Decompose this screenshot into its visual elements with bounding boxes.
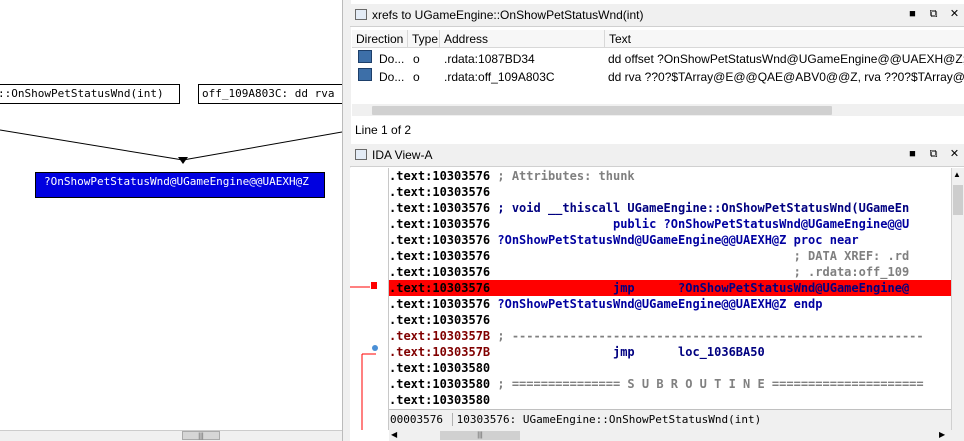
code-address: .text:1030357B [389, 345, 491, 359]
xrefs-title: xrefs to UGameEngine::OnShowPetStatusWnd… [372, 8, 644, 22]
table-row[interactable]: Do... o .rdata:1087BD34 dd offset ?OnSho… [352, 50, 964, 68]
graph-node-caller[interactable]: ::OnShowPetStatusWnd(int) [0, 84, 180, 104]
graph-scroll-thumb[interactable]: ||| [182, 431, 220, 440]
ida-scroll-grip: ||| [477, 432, 483, 439]
close-icon[interactable]: ✕ [948, 8, 961, 21]
code-text: ?OnShowPetStatusWnd@UGameEngine@@UAEXH@Z… [490, 233, 859, 247]
code-address: .text:10303576 [389, 281, 491, 295]
graph-edges [0, 129, 342, 164]
graph-view[interactable]: ::OnShowPetStatusWnd(int) off_109A803C: … [0, 0, 342, 441]
code-address: .text:10303576 [389, 185, 491, 199]
code-address: .text:10303576 [389, 265, 491, 279]
code-line[interactable]: .text:10303576 [389, 312, 951, 328]
code-text: ; --------------------------------------… [490, 329, 924, 343]
code-text: jmp loc_1036BA50 [490, 345, 765, 359]
code-address: .text:10303576 [389, 217, 491, 231]
code-line[interactable]: .text:10303580 [389, 360, 951, 376]
code-text: ?OnShowPetStatusWnd@UGameEngine@@UAEXH@Z… [490, 297, 823, 311]
code-line[interactable]: .text:10303576 ; void __thiscall UGameEn… [389, 200, 951, 216]
table-row[interactable]: Do... o .rdata:off_109A803C dd rva ??0?$… [352, 68, 964, 86]
code-line[interactable]: .text:10303576 [389, 184, 951, 200]
close-icon[interactable]: ✕ [948, 148, 961, 161]
breakpoint-marker [371, 282, 377, 289]
code-text: ; =============== S U B R O U T I N E ==… [490, 377, 924, 391]
graph-node-xref[interactable]: off_109A803C: dd rva [198, 84, 342, 104]
column-header-text[interactable]: Text [605, 30, 964, 48]
code-line[interactable]: .text:10303576 ; DATA XREF: .rd [389, 248, 951, 264]
ida-horizontal-scroll-thumb[interactable]: ||| [440, 431, 520, 440]
status-offset: 00003576 [390, 413, 443, 426]
xref-direction: Do... [379, 70, 405, 84]
code-address: .text:1030357B [389, 329, 491, 343]
graph-scroll-grip: ||| [198, 433, 204, 440]
code-text: public ?OnShowPetStatusWnd@UGameEngine@@… [490, 217, 910, 231]
code-text: ; void __thiscall UGameEngine::OnShowPet… [490, 201, 910, 215]
restore-icon[interactable]: ⧉ [927, 8, 940, 21]
code-text: ; .rdata:off_109 [490, 265, 910, 279]
ida-view-titlebar[interactable]: IDA View-A ■ ⧉ ✕ [350, 144, 964, 167]
code-line[interactable]: .text:10303576 ; Attributes: thunk [389, 168, 951, 184]
scroll-left-icon[interactable]: ◀ [391, 430, 397, 439]
xref-data-icon [358, 68, 372, 81]
code-address: .text:10303576 [389, 169, 491, 183]
code-address: .text:10303580 [389, 393, 491, 407]
maximize-icon[interactable]: ■ [906, 8, 919, 21]
ida-vertical-scroll-thumb[interactable] [953, 185, 963, 215]
column-header-type[interactable]: Type [408, 30, 440, 48]
code-address: .text:10303576 [389, 249, 491, 263]
xref-type: o [413, 70, 420, 84]
xref-text: dd rva ??0?$TArray@E@@QAE@ABV0@@Z, rva ?… [608, 70, 964, 84]
code-line[interactable]: .text:10303576 public ?OnShowPetStatusWn… [389, 216, 951, 232]
xrefs-titlebar[interactable]: xrefs to UGameEngine::OnShowPetStatusWnd… [350, 4, 964, 27]
code-line[interactable]: .text:1030357B ; -----------------------… [389, 328, 951, 344]
xref-text: dd offset ?OnShowPetStatusWnd@UGameEngin… [608, 52, 964, 66]
column-header-address[interactable]: Address [440, 30, 605, 48]
graph-horizontal-scrollbar[interactable] [0, 430, 342, 441]
xref-direction: Do... [379, 52, 405, 66]
ida-status-bar: 00003576 10303576: UGameEngine::OnShowPe… [389, 409, 951, 430]
code-line[interactable]: .text:10303576 ; .rdata:off_109 [389, 264, 951, 280]
scroll-up-icon[interactable]: ▲ [953, 170, 961, 179]
code-address: .text:10303576 [389, 233, 491, 247]
xref-address: .rdata:off_109A803C [444, 70, 555, 84]
graph-node-caller-text: ::OnShowPetStatusWnd(int) [0, 87, 164, 100]
code-address: .text:10303580 [389, 361, 491, 375]
code-line[interactable]: .text:10303576 ?OnShowPetStatusWnd@UGame… [389, 232, 951, 248]
status-location: 10303576: UGameEngine::OnShowPetStatusWn… [451, 413, 762, 426]
code-address: .text:10303580 [389, 377, 491, 391]
code-line[interactable]: .text:10303580 ; =============== S U B R… [389, 376, 951, 392]
ida-view-title: IDA View-A [372, 148, 433, 162]
code-text: jmp ?OnShowPetStatusWnd@UGameEngine@ [490, 281, 910, 295]
position-dot [372, 345, 378, 351]
code-address: .text:10303576 [389, 201, 491, 215]
restore-icon[interactable]: ⧉ [927, 148, 940, 161]
code-address: .text:10303576 [389, 313, 491, 327]
xref-address: .rdata:1087BD34 [444, 52, 535, 66]
code-line-current[interactable]: .text:10303576 jmp ?OnShowPetStatusWnd@U… [389, 280, 951, 296]
xrefs-window-icon [355, 9, 367, 20]
xref-data-icon [358, 50, 372, 63]
graph-node-xref-text: off_109A803C: dd rva [202, 87, 335, 100]
graph-node-selected-text: ?OnShowPetStatusWnd@UGameEngine@@UAEXH@Z [44, 175, 309, 188]
scroll-right-icon[interactable]: ▶ [939, 430, 945, 439]
graph-node-selected[interactable]: ?OnShowPetStatusWnd@UGameEngine@@UAEXH@Z [35, 172, 325, 198]
code-line[interactable]: .text:10303576 ?OnShowPetStatusWnd@UGame… [389, 296, 951, 312]
xrefs-scroll-thumb[interactable] [372, 106, 832, 115]
maximize-icon[interactable]: ■ [906, 148, 919, 161]
xrefs-status: Line 1 of 2 [355, 123, 412, 137]
code-line[interactable]: .text:1030357B jmp loc_1036BA50 [389, 344, 951, 360]
ida-view-window-icon [355, 149, 367, 160]
code-text: ; Attributes: thunk [490, 169, 635, 183]
flow-arrows [350, 282, 378, 430]
code-line[interactable]: .text:10303580 [389, 392, 951, 408]
code-text: ; DATA XREF: .rd [490, 249, 910, 263]
xref-type: o [413, 52, 420, 66]
code-address: .text:10303576 [389, 297, 491, 311]
ida-arrow-gutter [350, 168, 389, 430]
column-header-direction[interactable]: Direction [352, 30, 408, 48]
